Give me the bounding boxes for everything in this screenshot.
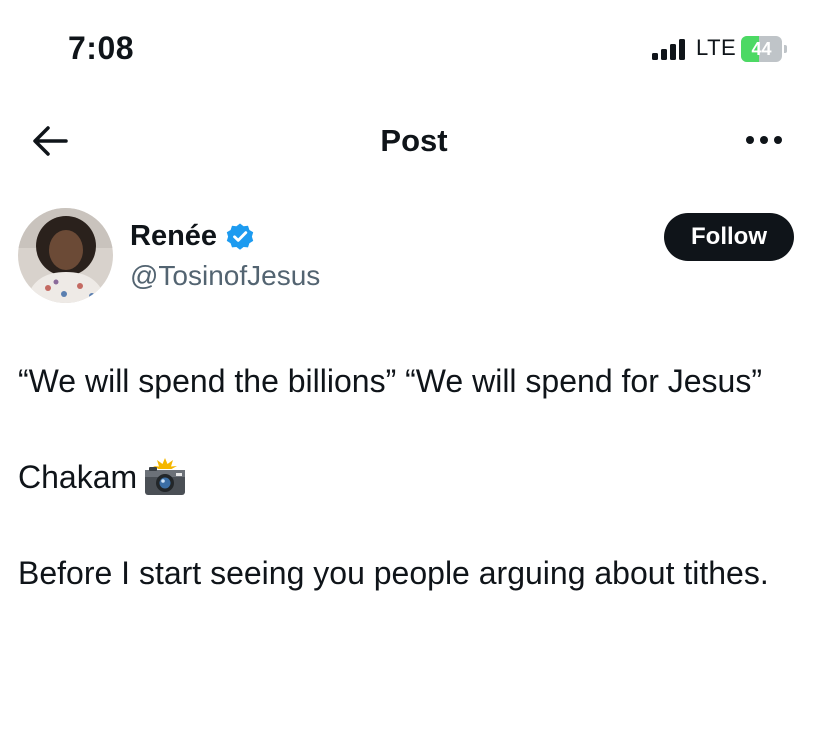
page-title: Post	[380, 123, 448, 158]
author-handle[interactable]: @TosinofJesus	[130, 260, 320, 292]
camera-with-flash-icon	[143, 458, 187, 496]
follow-button[interactable]: Follow	[664, 213, 794, 261]
verified-badge-icon	[225, 222, 255, 252]
battery-icon: 44	[741, 36, 787, 62]
tweet-text: “We will spend the billions” “We will sp…	[18, 358, 808, 596]
cellular-signal-icon	[652, 38, 685, 60]
post-header: Post	[0, 105, 828, 175]
more-options-icon[interactable]	[744, 125, 784, 155]
status-time: 7:08	[68, 30, 135, 66]
tweet-line: Before I start seeing you people arguing…	[18, 555, 769, 591]
tweet-line-text: Chakam	[18, 459, 138, 495]
author-row: Renée @TosinofJesus Follow	[18, 208, 810, 308]
author-name: Renée	[130, 220, 218, 252]
avatar[interactable]	[18, 208, 113, 303]
tweet-line: Chakam	[18, 454, 808, 500]
status-bar: 7:08 LTE 44	[0, 0, 828, 100]
battery-level: 44	[751, 39, 772, 59]
network-type: LTE	[696, 35, 737, 60]
author-name-row[interactable]: Renée	[130, 220, 255, 253]
tweet-line: “We will spend the billions” “We will sp…	[18, 363, 762, 399]
